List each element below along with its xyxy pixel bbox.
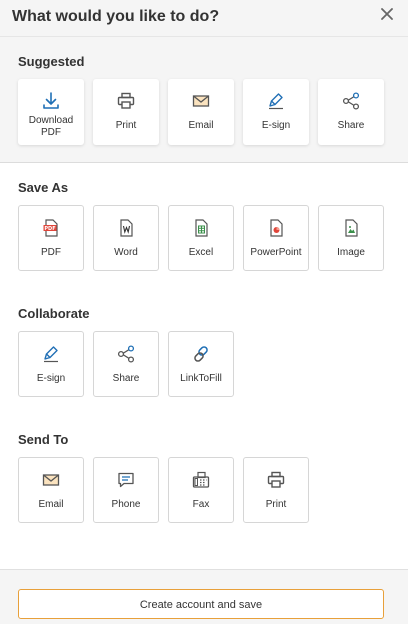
collaborate-esign-button[interactable]: E-sign	[18, 331, 84, 397]
tile-label: LinkToFill	[180, 373, 222, 384]
tile-label: Print	[265, 499, 287, 510]
pen-icon	[44, 346, 58, 363]
tile-label: Email	[38, 499, 64, 510]
excel-file-icon	[195, 219, 208, 237]
suggested-print-button[interactable]: Print	[93, 79, 159, 145]
share-icon	[117, 345, 135, 363]
image-file-icon	[345, 219, 358, 237]
link-icon	[194, 346, 208, 362]
tile-label: Fax	[192, 499, 210, 510]
tile-label: Download PDF	[28, 115, 74, 138]
tile-label: PDF	[41, 247, 61, 258]
powerpoint-file-icon	[270, 219, 283, 237]
dialog-header: What would you like to do?	[0, 0, 408, 37]
send-to-phone-button[interactable]: Phone	[93, 457, 159, 523]
fax-icon	[192, 471, 210, 488]
collaborate-share-button[interactable]: Share	[93, 331, 159, 397]
collaborate-linktofill-button[interactable]: LinkToFill	[168, 331, 234, 397]
suggested-section: Suggested Download PDF Print Email E-sig…	[0, 37, 408, 163]
send-to-email-button[interactable]: Email	[18, 457, 84, 523]
dialog-title: What would you like to do?	[12, 8, 220, 25]
svg-text:PDF: PDF	[44, 226, 55, 232]
envelope-icon	[192, 95, 210, 107]
tile-label: E-sign	[36, 373, 66, 384]
word-file-icon	[120, 219, 133, 237]
section-title-collaborate: Collaborate	[18, 306, 90, 321]
send-to-fax-button[interactable]: Fax	[168, 457, 234, 523]
tile-label: Image	[337, 247, 365, 258]
printer-icon	[267, 471, 285, 488]
dialog-footer: Create account and save	[0, 569, 408, 624]
section-title-send-to: Send To	[18, 432, 69, 447]
download-icon	[43, 92, 59, 109]
save-as-pdf-button[interactable]: PDF PDF	[18, 205, 84, 271]
save-as-image-button[interactable]: Image	[318, 205, 384, 271]
tile-label: Print	[115, 120, 137, 131]
pdf-file-icon: PDF	[43, 219, 58, 237]
suggested-esign-button[interactable]: E-sign	[243, 79, 309, 145]
tile-label: Share	[337, 120, 365, 131]
save-as-powerpoint-button[interactable]: PowerPoint	[243, 205, 309, 271]
pen-icon	[269, 93, 283, 110]
tile-label: Word	[114, 247, 138, 258]
suggested-email-button[interactable]: Email	[168, 79, 234, 145]
tile-label: E-sign	[261, 120, 291, 131]
suggested-share-button[interactable]: Share	[318, 79, 384, 145]
chat-icon	[118, 472, 134, 488]
tile-label: Email	[188, 120, 214, 131]
send-to-print-button[interactable]: Print	[243, 457, 309, 523]
section-title-suggested: Suggested	[18, 54, 85, 69]
tile-label: Excel	[188, 247, 214, 258]
share-icon	[342, 92, 360, 110]
tile-label: Share	[112, 373, 140, 384]
tile-label: Phone	[111, 499, 141, 510]
suggested-download-pdf-button[interactable]: Download PDF	[18, 79, 84, 145]
printer-icon	[117, 92, 135, 109]
section-title-save-as: Save As	[18, 180, 69, 195]
create-account-and-save-button[interactable]: Create account and save	[18, 589, 384, 619]
close-icon[interactable]	[380, 7, 394, 21]
save-as-excel-button[interactable]: Excel	[168, 205, 234, 271]
save-as-word-button[interactable]: Word	[93, 205, 159, 271]
envelope-icon	[42, 474, 60, 486]
tile-label: PowerPoint	[250, 247, 302, 258]
